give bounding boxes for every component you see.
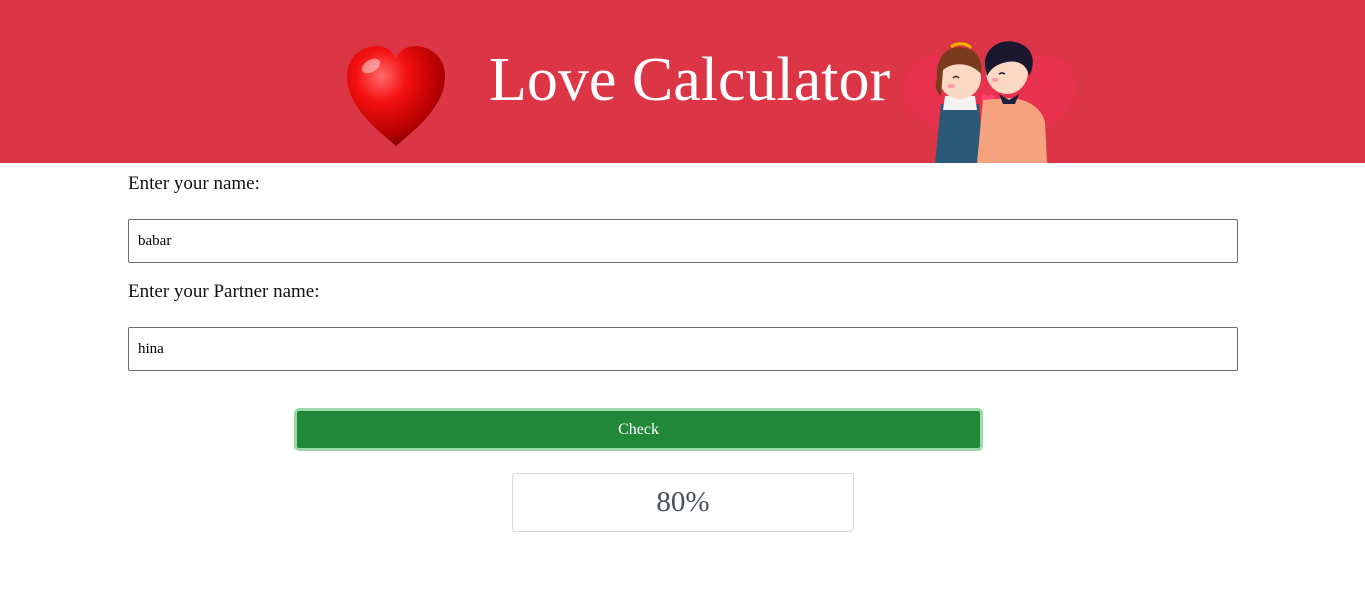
header-banner: Love Calculator — [0, 0, 1365, 163]
check-button[interactable]: Check — [294, 408, 983, 451]
result-percentage: 80% — [512, 473, 854, 532]
page-title: Love Calculator — [489, 46, 891, 114]
couple-illustration — [904, 41, 1078, 163]
name-input[interactable] — [128, 219, 1238, 263]
partner-name-input[interactable] — [128, 327, 1238, 371]
name-label: Enter your name: — [128, 173, 260, 194]
heart-icon — [347, 46, 445, 146]
partner-name-label: Enter your Partner name: — [128, 281, 320, 302]
